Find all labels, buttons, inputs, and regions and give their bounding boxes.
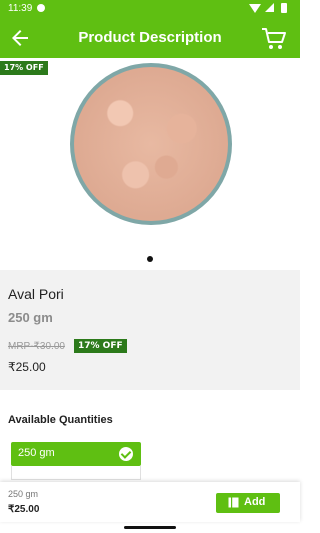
cart-icon: [262, 28, 286, 49]
battery-icon: [281, 3, 287, 13]
notification-icon: [37, 4, 45, 12]
signal-icon: [265, 3, 274, 12]
quantity-option-label: 250 gm: [18, 447, 55, 459]
page-title: Product Description: [78, 29, 222, 46]
app-bar: Product Description: [0, 18, 300, 58]
product-image-content: [74, 67, 228, 221]
cart-button[interactable]: [260, 25, 288, 53]
quantity-option[interactable]: 250 gm: [11, 442, 141, 466]
product-weight: 250 gm: [8, 310, 53, 325]
bottom-price: ₹25.00: [8, 504, 40, 515]
carousel-indicator-dot: [147, 256, 153, 262]
product-info: Aval Pori 250 gm MRP-₹30.00 17% OFF ₹25.…: [0, 270, 300, 390]
discount-badge: 17% OFF: [74, 339, 127, 353]
selling-price: ₹25.00: [8, 360, 46, 374]
check-circle-icon: [119, 447, 133, 461]
add-button[interactable]: Add: [216, 493, 280, 513]
status-time: 11:39: [8, 3, 33, 14]
home-indicator: [124, 526, 176, 529]
product-image-carousel[interactable]: 17% OFF: [0, 58, 300, 268]
wifi-icon: [249, 4, 261, 13]
discount-ribbon: 17% OFF: [0, 61, 48, 75]
add-button-label: Add: [244, 496, 266, 508]
quantity-option-partial[interactable]: [11, 466, 141, 480]
quantities-heading: Available Quantities: [8, 414, 113, 426]
available-quantities: Available Quantities 250 gm: [0, 392, 300, 482]
product-name: Aval Pori: [8, 286, 64, 302]
bottom-weight: 250 gm: [8, 489, 39, 499]
bottom-bar: 250 gm ₹25.00 Add: [0, 482, 300, 522]
status-bar: 11:39: [0, 0, 300, 18]
mrp-price: MRP-₹30.00: [8, 341, 65, 352]
product-image: [70, 63, 232, 225]
bag-icon: [228, 497, 239, 508]
